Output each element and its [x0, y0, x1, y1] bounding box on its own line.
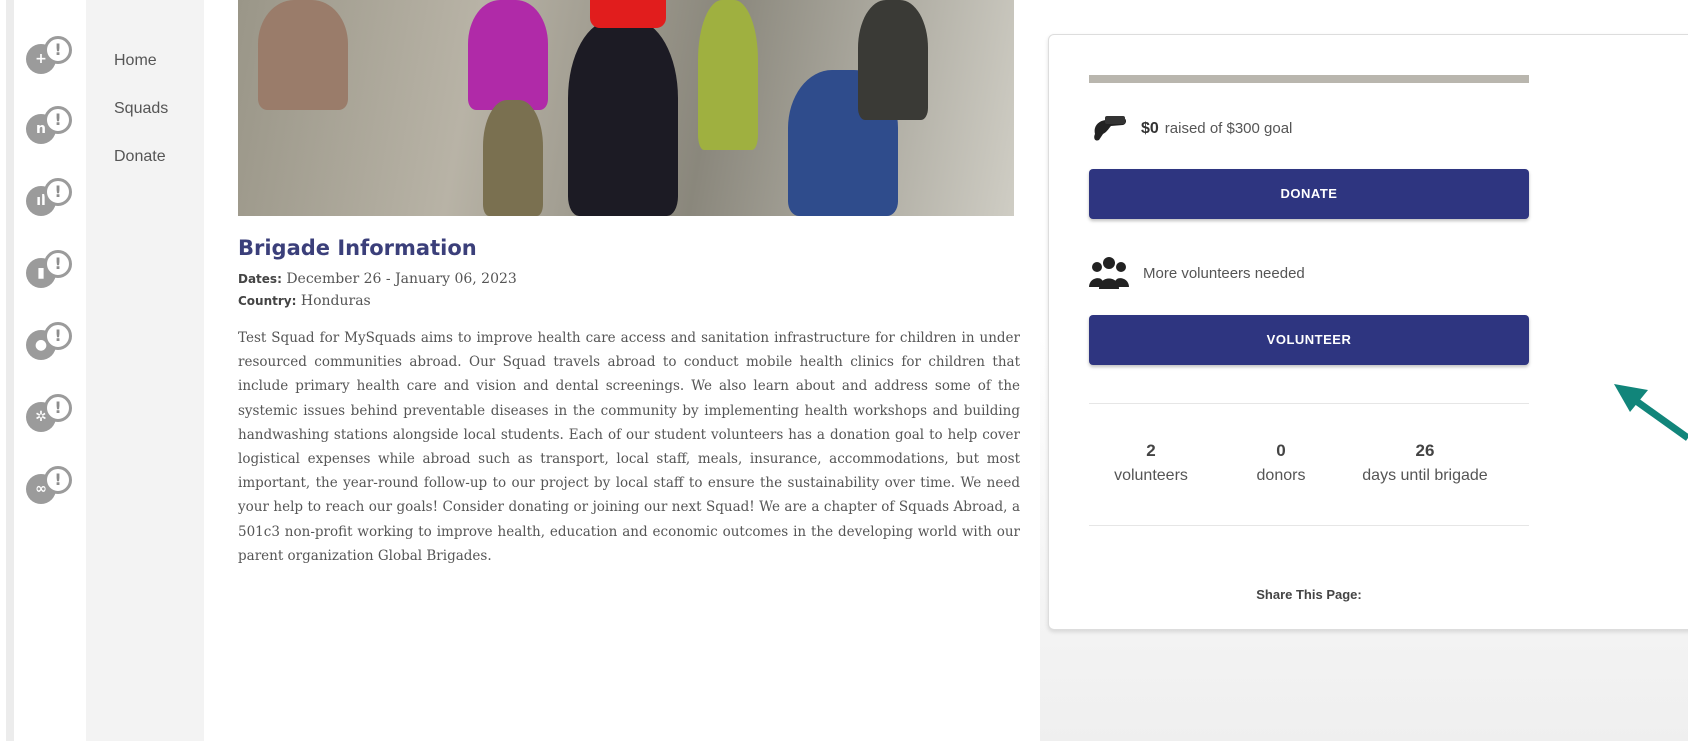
chart-alert-icon[interactable]: ıl! — [24, 178, 72, 222]
alert-badge-icon: ! — [44, 466, 72, 494]
stat-days-value: 26 — [1415, 441, 1435, 460]
stat-donors-label: donors — [1256, 467, 1306, 484]
bottle-alert-icon[interactable]: ▮! — [24, 250, 72, 294]
stat-volunteers-value: 2 — [1146, 441, 1156, 460]
country-label: Country: — [238, 294, 297, 308]
donate-button[interactable]: DONATE — [1089, 169, 1529, 219]
stat-volunteers: 2 volunteers — [1091, 441, 1211, 485]
gear-alert-icon[interactable]: ✲! — [24, 394, 72, 438]
stat-days-label: days until brigade — [1362, 467, 1488, 484]
volunteer-button[interactable]: VOLUNTEER — [1089, 315, 1529, 365]
youtube-play-icon[interactable] — [590, 0, 666, 28]
dates-row: Dates: December 26 - January 06, 2023 — [238, 268, 1018, 290]
nav-squads-link[interactable]: Squads — [114, 100, 168, 118]
volunteers-needed-text: More volunteers needed — [1143, 264, 1305, 282]
money-hand-icon — [1089, 114, 1129, 144]
section-title: Brigade Information — [238, 236, 477, 260]
video-thumbnail[interactable] — [238, 0, 1014, 216]
drop-alert-icon[interactable]: ●! — [24, 322, 72, 366]
volunteers-needed-row: More volunteers needed — [1089, 251, 1305, 295]
annotation-arrow-icon — [1614, 384, 1688, 441]
infinity-alert-icon[interactable]: ∞! — [24, 466, 72, 510]
brigade-info: Brigade Information Dates: December 26 -… — [238, 236, 1020, 568]
stats-divider-top — [1089, 403, 1529, 404]
fundraising-progress-bar — [1089, 75, 1529, 83]
side-nav: Home Squads Donate — [86, 0, 204, 741]
raised-row: $0 raised of $300 goal — [1089, 109, 1292, 149]
stat-days: 26 days until brigade — [1335, 441, 1515, 485]
alert-badge-icon: ! — [44, 394, 72, 422]
dates-value: December 26 - January 06, 2023 — [286, 271, 517, 287]
alert-badge-icon: ! — [44, 36, 72, 64]
share-label: Share This Page: — [1256, 587, 1362, 602]
raised-goal-text: raised of $300 goal — [1164, 120, 1293, 137]
stat-donors: 0 donors — [1231, 441, 1331, 485]
brigade-meta: Dates: December 26 - January 06, 2023 Co… — [238, 268, 1018, 312]
stats-divider-bottom — [1089, 525, 1529, 526]
raised-amount: $0 — [1141, 120, 1159, 137]
alert-badge-icon: ! — [44, 250, 72, 278]
country-row: Country: Honduras — [238, 290, 1018, 312]
stat-volunteers-label: volunteers — [1114, 467, 1188, 484]
alert-badge-icon: ! — [44, 322, 72, 350]
nav-donate-link[interactable]: Donate — [114, 148, 166, 166]
brigade-description: Test Squad for MySquads aims to improve … — [238, 330, 1020, 564]
dates-label: Dates: — [238, 272, 282, 286]
rail-bar — [6, 0, 14, 741]
alert-badge-icon: ! — [44, 178, 72, 206]
group-icon — [1089, 255, 1129, 291]
stat-donors-value: 0 — [1276, 441, 1286, 460]
plus-alert-icon[interactable]: +! — [24, 36, 72, 80]
alert-badge-icon: ! — [44, 106, 72, 134]
icon-rail: +! n! ıl! ▮! ●! ✲! ∞! — [0, 0, 90, 741]
nav-home-link[interactable]: Home — [114, 52, 157, 70]
fundraising-card: $0 raised of $300 goal DONATE More volunt… — [1048, 34, 1688, 630]
tooth-alert-icon[interactable]: n! — [24, 106, 72, 150]
country-value: Honduras — [300, 293, 371, 309]
